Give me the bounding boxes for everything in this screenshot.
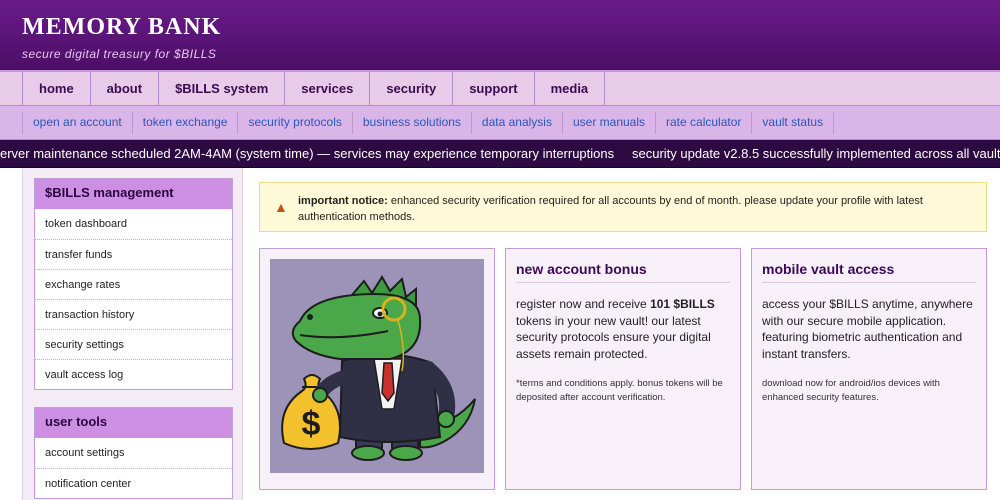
nav-about[interactable]: about <box>89 72 158 106</box>
card-fine-print: download now for android/ios devices wit… <box>762 378 940 403</box>
site-header: MEMORY BANK secure digital treasury for … <box>0 0 1000 70</box>
new-account-bonus-card: new account bonus register now and recei… <box>505 248 741 490</box>
subnav-open-account[interactable]: open an account <box>22 112 132 134</box>
box-title: $BILLS management <box>35 179 232 209</box>
box-title: user tools <box>35 408 232 438</box>
sidebar-item-token-dashboard[interactable]: token dashboard <box>35 209 232 239</box>
sidebar-item-vault-access-log[interactable]: vault access log <box>35 359 232 389</box>
notice-text: important notice: enhanced security veri… <box>298 193 968 225</box>
crocodile-mascot-illustration: $ <box>281 275 476 461</box>
sidebar-item-transfer-funds[interactable]: transfer funds <box>35 239 232 269</box>
sidebar-item-notification-center[interactable]: notification center <box>35 468 232 498</box>
card-body: register now and receive 101 $BILLS toke… <box>516 296 728 362</box>
mascot-card: $ <box>259 248 495 490</box>
subnav-security-protocols[interactable]: security protocols <box>237 112 351 134</box>
nav-security[interactable]: security <box>369 72 452 106</box>
notice-label: important notice: <box>298 195 388 207</box>
card-divider <box>762 282 976 283</box>
card-body-text: register now and receive <box>516 297 651 311</box>
card-fine-print: *terms and conditions apply. bonus token… <box>516 378 723 403</box>
notice-message: enhanced security verification required … <box>298 195 923 223</box>
nav-media[interactable]: media <box>533 72 606 106</box>
crocodile-mascot-image: $ <box>270 259 484 473</box>
money-bag-dollar-sign: $ <box>302 405 321 443</box>
subnav-vault-status[interactable]: vault status <box>751 112 835 134</box>
sub-nav: open an account token exchange security … <box>0 106 1000 140</box>
ticker-message: security update v2.8.5 successfully impl… <box>632 146 1000 161</box>
sidebar-item-account-settings[interactable]: account settings <box>35 438 232 468</box>
bonus-amount: 101 $BILLS <box>650 297 715 311</box>
mobile-vault-access-card: mobile vault access access your $BILLS a… <box>751 248 987 490</box>
subnav-business-solutions[interactable]: business solutions <box>351 112 471 134</box>
site-title[interactable]: MEMORY BANK <box>22 14 1000 40</box>
card-body-text: tokens in your new vault! our latest sec… <box>516 313 711 361</box>
important-notice: ▲ important notice: enhanced security ve… <box>259 182 987 232</box>
subnav-data-analysis[interactable]: data analysis <box>470 112 562 134</box>
sidebar-item-transaction-history[interactable]: transaction history <box>35 299 232 329</box>
subnav-token-exchange[interactable]: token exchange <box>131 112 238 134</box>
news-ticker: erver maintenance scheduled 2AM-4AM (sys… <box>0 140 1000 168</box>
sidebar-item-exchange-rates[interactable]: exchange rates <box>35 269 232 299</box>
nav-bills-system[interactable]: $BILLS system <box>158 72 284 106</box>
nav-home[interactable]: home <box>22 72 90 106</box>
card-body: access your $BILLS anytime, anywhere wit… <box>762 297 973 361</box>
ticker-message: erver maintenance scheduled 2AM-4AM (sys… <box>0 146 615 161</box>
nav-support[interactable]: support <box>452 72 533 106</box>
sidebar: $BILLS management token dashboard transf… <box>22 168 243 500</box>
card-title: new account bonus <box>516 261 647 277</box>
card-title: mobile vault access <box>762 261 895 277</box>
warning-triangle-icon: ▲ <box>274 199 288 215</box>
main-nav: home about $BILLS system services securi… <box>0 70 1000 106</box>
bills-management-box: $BILLS management token dashboard transf… <box>34 178 233 390</box>
subnav-user-manuals[interactable]: user manuals <box>561 112 655 134</box>
nav-services[interactable]: services <box>284 72 369 106</box>
subnav-rate-calculator[interactable]: rate calculator <box>655 112 751 134</box>
card-divider <box>516 282 730 283</box>
sidebar-item-security-settings[interactable]: security settings <box>35 329 232 359</box>
site-subtitle: secure digital treasury for $BILLS <box>22 47 217 61</box>
user-tools-box: user tools account settings notification… <box>34 407 233 499</box>
